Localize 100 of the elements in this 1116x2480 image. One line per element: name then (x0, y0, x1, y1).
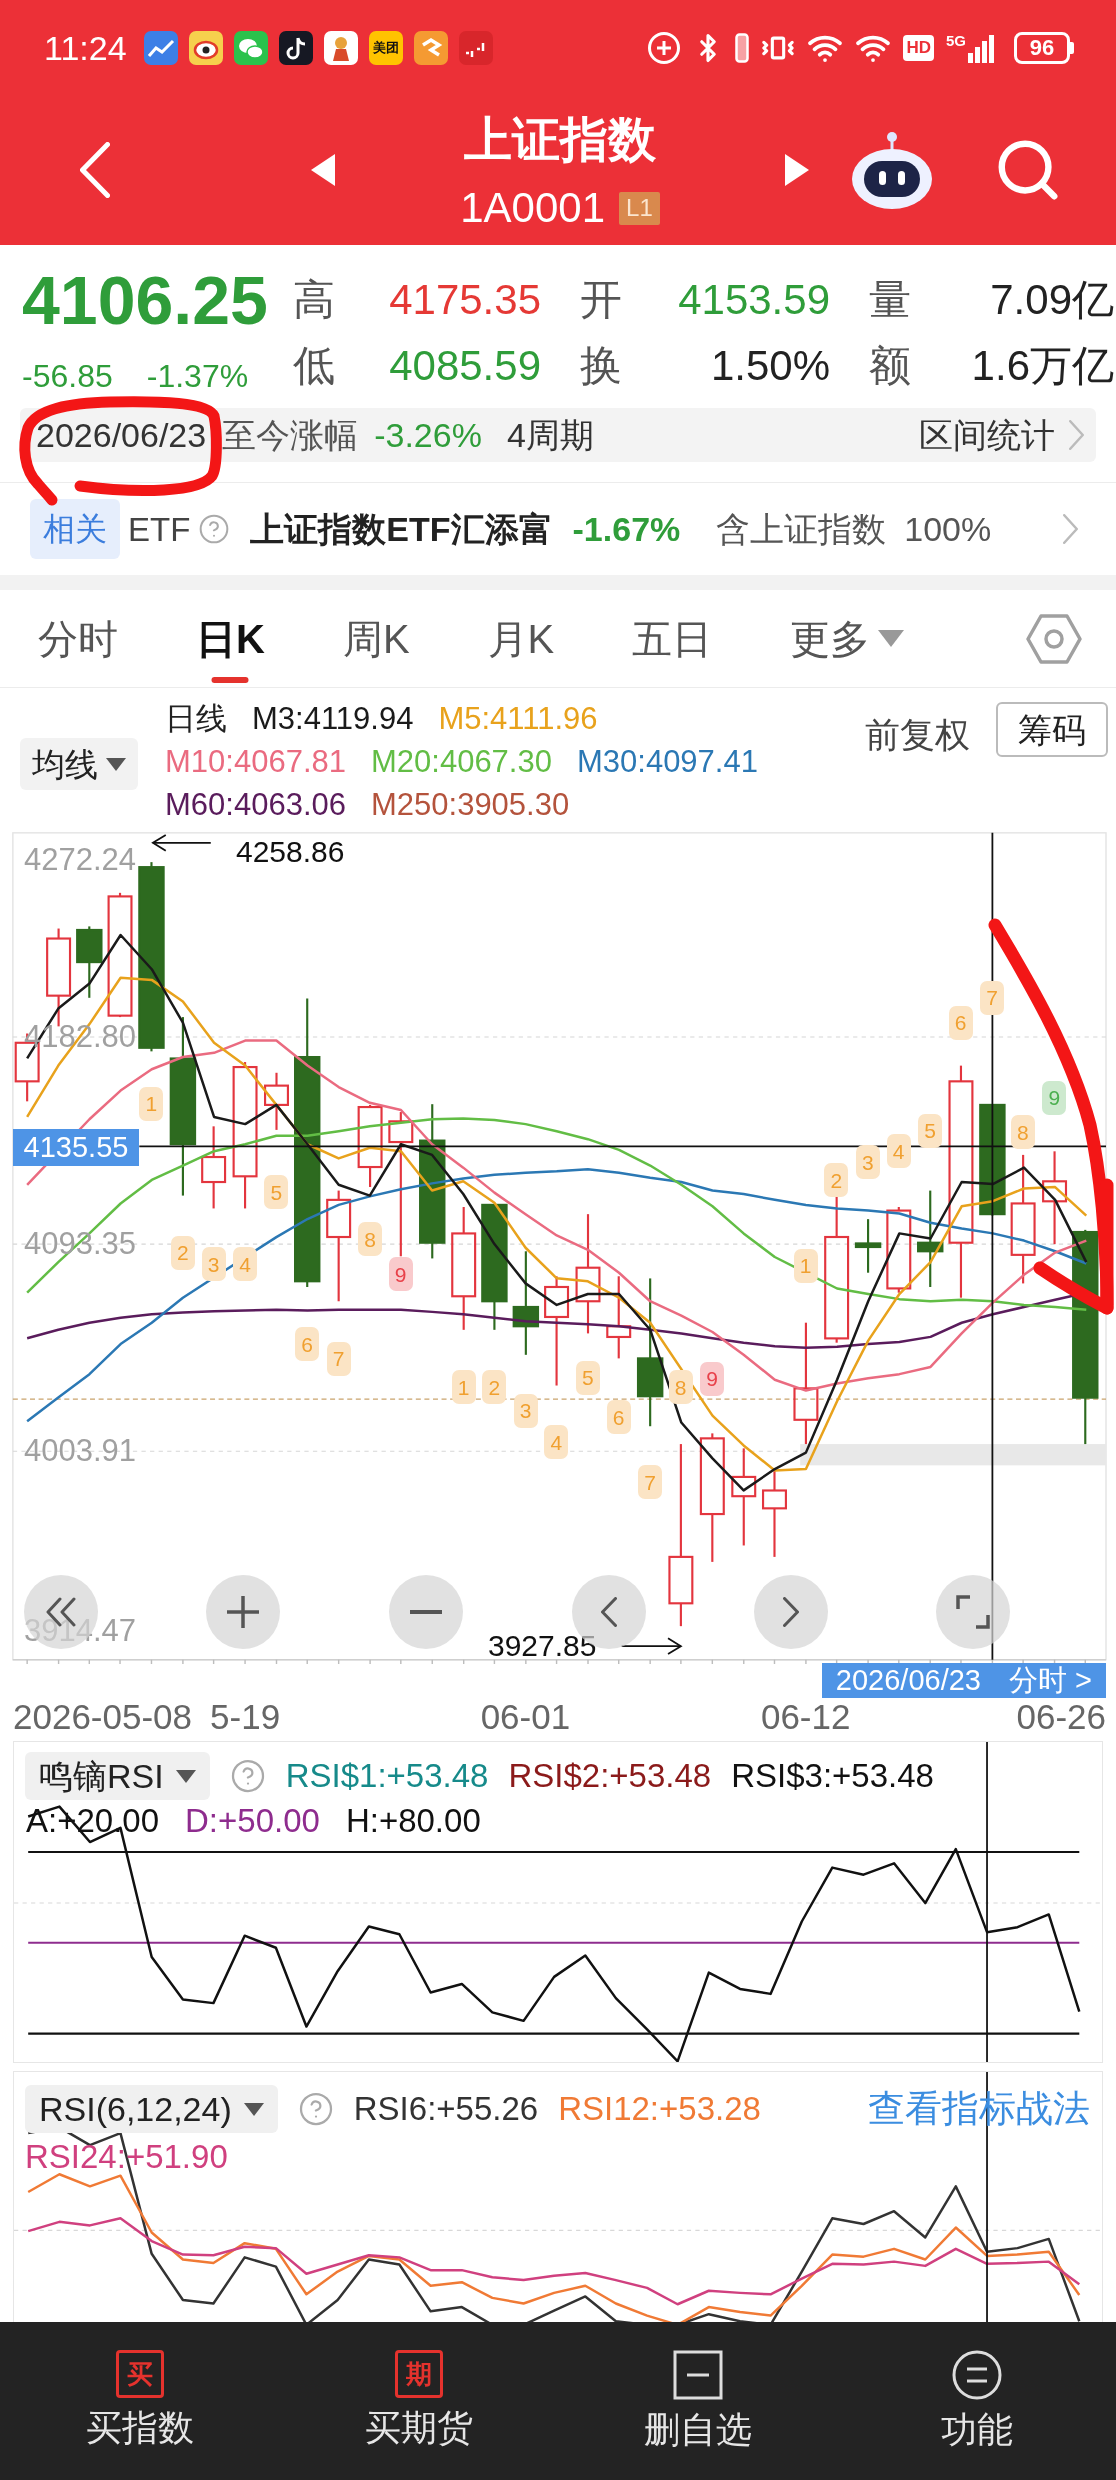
indicator-value: RSI12:+53.28 (558, 2089, 761, 2129)
sequence-count-badge: 1 (451, 1370, 476, 1405)
caret-down-icon (175, 1769, 196, 1783)
caret-down-icon (243, 2102, 264, 2116)
chart-app-icon (143, 30, 178, 65)
sequence-count-badge: 7 (326, 1341, 351, 1376)
chevron-left-icon (80, 142, 110, 198)
help-icon[interactable] (297, 2091, 334, 2127)
indicator-value: RSI$3:+53.48 (731, 1756, 934, 1796)
period-tab[interactable]: 日K (196, 590, 265, 687)
level-value: D:+50.00 (185, 1803, 320, 1837)
music-note-app-icon (278, 30, 313, 65)
signal-icon (968, 32, 996, 63)
pointer-arrow (151, 834, 212, 852)
sequence-count-badge: 3 (201, 1247, 226, 1282)
chevron-right-icon (783, 1597, 799, 1627)
level-badge: L1 (619, 191, 660, 225)
stat-label: 量 (869, 279, 911, 321)
bottom-nav-button[interactable]: 删自选 (558, 2322, 837, 2480)
sequence-count-badge: 2 (824, 1163, 849, 1197)
date-axis-label: 2026-05-08 (13, 1698, 193, 1736)
stat-value: 1.6万亿 (971, 345, 1114, 387)
bottom-nav-button[interactable]: 买 买指数 (0, 2322, 279, 2480)
range-stats-link[interactable]: 区间统计 (919, 418, 1055, 452)
bottom-nav-button[interactable]: 功能 (837, 2322, 1116, 2480)
ma-selector[interactable]: 均线 (20, 738, 138, 790)
stat-label: 低 (293, 345, 335, 387)
character-tile-icon: 买 (115, 2350, 164, 2398)
stat-label: 换 (580, 345, 622, 387)
hd-indicator: HD (903, 34, 934, 61)
sequence-count-badge: 5 (575, 1360, 600, 1395)
device-battery-icon (735, 32, 750, 63)
chevron-left-icon (601, 1597, 617, 1627)
sequence-count-badge: 3 (855, 1145, 880, 1180)
page-title: 上证指数 (464, 112, 656, 168)
indicator-value: RSI$1:+53.48 (285, 1756, 489, 1796)
range-change: -3.26% (374, 418, 482, 452)
stat-value: 4175.35 (389, 279, 541, 321)
next-index-button[interactable] (784, 152, 810, 188)
previous-index-button[interactable] (310, 152, 336, 188)
eye-app-icon (188, 30, 223, 65)
period-tab[interactable]: 更多 (790, 590, 905, 687)
sequence-count-badge: 7 (980, 980, 1005, 1015)
sequence-count-badge: 8 (358, 1222, 382, 1257)
current-price: 4106.25 (22, 267, 269, 333)
character-tile-icon: 期 (394, 2350, 443, 2398)
period-tab[interactable]: 分时 (38, 590, 118, 687)
sequence-count-badge: 8 (1010, 1115, 1035, 1150)
sequence-count-badge: 9 (388, 1257, 413, 1292)
price-axis-label: 4272.24 (24, 843, 137, 877)
date-axis-label: 06-01 (480, 1698, 571, 1736)
stat-value: 4085.59 (389, 345, 541, 387)
settings-icon (1026, 613, 1082, 664)
indicator-value: RSI6:+55.26 (353, 2089, 539, 2129)
picture-candlestick (264, 1072, 289, 1130)
stat-label: 高 (293, 279, 335, 321)
help-icon[interactable] (198, 513, 231, 545)
sequence-count-badge: 6 (295, 1327, 320, 1362)
indicator-selector[interactable]: 鸣镝RSI (25, 1752, 210, 1800)
price-adjustment-toggle[interactable]: 前复权 (865, 714, 970, 756)
holding-label: 含上证指数 (716, 512, 887, 546)
sequence-count-badge: 6 (606, 1400, 631, 1435)
bottom-nav-button[interactable]: 期 买期货 (279, 2322, 558, 2480)
app-label-tile: 美团 (368, 30, 403, 65)
stat-label: 额 (869, 345, 911, 387)
chips-button[interactable]: 筹码 (996, 702, 1108, 757)
sequence-count-badge: 1 (793, 1248, 818, 1283)
sequence-count-badge: 1 (139, 1086, 164, 1121)
sequence-count-badge: 2 (482, 1370, 507, 1405)
candlestick-app-icon (458, 30, 493, 65)
stat-value: 1.50% (710, 345, 830, 387)
low-price-label: 3927.85 (488, 1629, 597, 1663)
period-label: 日线 (165, 700, 227, 738)
moving-average-value: M250:3905.30 (371, 786, 570, 824)
sequence-count-badge: 4 (886, 1134, 911, 1169)
sequence-count-badge: 8 (668, 1370, 693, 1405)
period-tab[interactable]: 周K (342, 590, 410, 687)
sequence-count-badge: 4 (233, 1247, 257, 1282)
cartoon-app-icon (323, 30, 358, 65)
level-value: H:+80.00 (345, 1803, 481, 1837)
moving-average-value: M30:4097.41 (576, 743, 758, 781)
sequence-count-badge: 6 (948, 1005, 973, 1040)
holding-share: 100% (904, 512, 992, 546)
indicator-value: RSI$2:+53.48 (508, 1756, 712, 1796)
stat-value: 7.09亿 (990, 279, 1114, 321)
period-tab[interactable]: 五日 (632, 590, 713, 687)
indicator-selector[interactable]: RSI(6,12,24) (25, 2085, 278, 2133)
sequence-count-badge: 5 (918, 1113, 942, 1148)
sequence-count-badge: 5 (264, 1175, 289, 1210)
period-tab[interactable]: 月K (487, 590, 555, 687)
price-axis-label: 4003.91 (24, 1434, 137, 1469)
picture-candlestick (854, 1219, 882, 1273)
range-change-label: 至今涨幅 (222, 418, 359, 452)
corners-icon (956, 1595, 990, 1629)
caret-down-icon (878, 630, 905, 647)
sequence-count-badge: 3 (513, 1393, 538, 1428)
sequence-count-badge: 4 (544, 1425, 569, 1460)
stock-code: 1A0001 (460, 187, 606, 229)
etf-name: 上证指数ETF汇添富 (250, 512, 553, 546)
help-icon[interactable] (229, 1758, 266, 1794)
